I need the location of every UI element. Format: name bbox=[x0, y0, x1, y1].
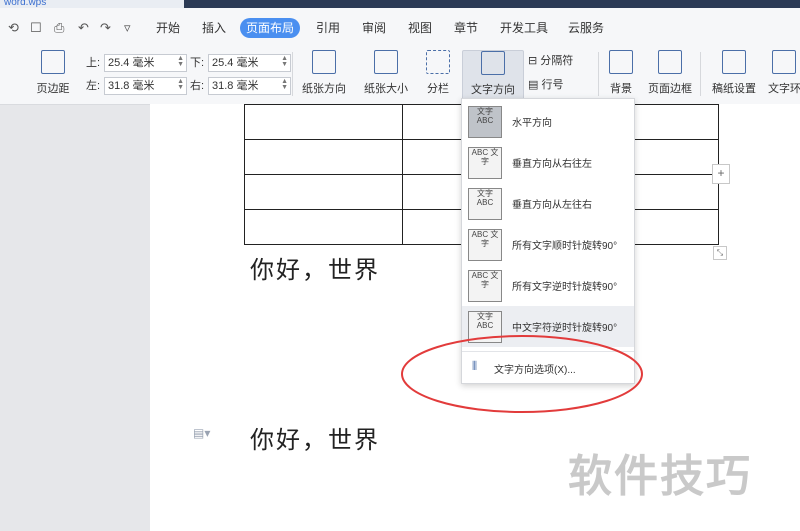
menu-item-label: 所有文字顺时针旋转90° bbox=[512, 241, 618, 252]
title-bar: word.wps bbox=[0, 0, 800, 8]
watermark-text: 软件技巧 bbox=[568, 452, 752, 501]
customize-icon[interactable]: ▿ bbox=[124, 20, 131, 36]
menu-item-rotate-ccw[interactable]: ABC 文字 所有文字逆时针旋转90° bbox=[462, 265, 634, 306]
preview-icon[interactable]: ☐ bbox=[30, 20, 42, 36]
left-margin-value[interactable]: 31.8 毫米 bbox=[108, 80, 154, 92]
tab-view[interactable]: 视图 bbox=[402, 18, 438, 38]
left-margin-field[interactable]: 左: 31.8 毫米 ▲ ▼ bbox=[86, 77, 187, 95]
columns-label: 分栏 bbox=[427, 83, 449, 95]
columns-icon bbox=[426, 50, 450, 74]
tab-insert[interactable]: 插入 bbox=[196, 18, 232, 38]
menu-bar: ⟲ ☐ ⎙ ↶ ↷ ▿ 开始 插入 页面布局 引用 审阅 视图 章节 开发工具 … bbox=[0, 8, 800, 47]
menu-item-horizontal[interactable]: 文字 ABC 水平方向 bbox=[462, 101, 634, 142]
bottom-margin-label: 下: bbox=[190, 57, 205, 69]
divider bbox=[700, 52, 701, 96]
page-orientation-icon bbox=[312, 50, 336, 74]
tab-cloud[interactable]: 云服务 bbox=[562, 18, 610, 38]
spinner-icon[interactable]: ▲ ▼ bbox=[177, 55, 184, 68]
tab-home[interactable]: 开始 bbox=[150, 18, 186, 38]
bottom-margin-value[interactable]: 25.4 毫米 bbox=[212, 57, 258, 69]
document-text-line: 你好，世界 bbox=[250, 256, 380, 284]
page-size-icon bbox=[374, 50, 398, 74]
background-button[interactable]: 背景 bbox=[604, 50, 638, 100]
text-direction-button[interactable]: 文字方向 bbox=[462, 50, 524, 102]
menu-item-label: 所有文字逆时针旋转90° bbox=[512, 282, 618, 293]
table-cell[interactable] bbox=[244, 104, 403, 140]
text-direction-label: 文字方向 bbox=[471, 84, 515, 96]
separator-button[interactable]: ⊟ 分隔符 bbox=[528, 52, 594, 70]
vertical-ltr-icon: 文字 ABC bbox=[468, 188, 502, 220]
spinner-icon[interactable]: ▲ ▼ bbox=[177, 78, 184, 91]
document-text-line: 你好，世界 bbox=[250, 426, 380, 454]
manuscript-grid-icon bbox=[722, 50, 746, 74]
menu-item-vertical-ltr[interactable]: 文字 ABC 垂直方向从左往右 bbox=[462, 183, 634, 224]
top-margin-label: 上: bbox=[86, 57, 101, 69]
menu-item-label: 垂直方向从左往右 bbox=[512, 200, 592, 211]
rotate-cw-icon: ABC 文字 bbox=[468, 229, 502, 261]
redo-icon[interactable]: ↷ bbox=[100, 20, 111, 36]
menu-item-vertical-rtl[interactable]: ABC 文字 垂直方向从右往左 bbox=[462, 142, 634, 183]
annotation-circle bbox=[401, 335, 643, 413]
orientation-label: 纸张方向 bbox=[302, 83, 346, 95]
right-margin-field[interactable]: 右: 31.8 毫米 ▲ ▼ bbox=[190, 77, 291, 95]
margins-label: 页边距 bbox=[36, 83, 70, 95]
undo-icon[interactable]: ↶ bbox=[78, 20, 89, 36]
spinner-icon[interactable]: ▲ ▼ bbox=[281, 55, 288, 68]
print-icon[interactable]: ⎙ bbox=[54, 20, 64, 36]
table-cell[interactable] bbox=[244, 139, 403, 175]
divider bbox=[292, 52, 293, 96]
page-border-label: 页面边框 bbox=[648, 83, 692, 95]
left-margin-label: 左: bbox=[86, 80, 101, 92]
text-wrap-label: 文字环 bbox=[768, 83, 800, 95]
document-tab[interactable]: word.wps bbox=[0, 0, 184, 8]
right-margin-value[interactable]: 31.8 毫米 bbox=[212, 80, 258, 92]
page-border-icon bbox=[658, 50, 682, 74]
page-size-label: 纸张大小 bbox=[364, 83, 408, 95]
separator-label: 分隔符 bbox=[540, 55, 574, 67]
text-wrap-icon bbox=[772, 50, 796, 74]
tab-chapters[interactable]: 章节 bbox=[448, 18, 484, 38]
line-number-icon: ▤ bbox=[528, 79, 542, 91]
columns-button[interactable]: 分栏 bbox=[420, 50, 456, 100]
manuscript-label: 稿纸设置 bbox=[712, 83, 756, 95]
quick-access-icon[interactable]: ⟲ bbox=[8, 20, 19, 36]
menu-item-rotate-cw[interactable]: ABC 文字 所有文字顺时针旋转90° bbox=[462, 224, 634, 265]
text-direction-icon bbox=[481, 51, 505, 75]
tab-page-layout[interactable]: 页面布局 bbox=[240, 18, 301, 38]
spinner-icon[interactable]: ▲ ▼ bbox=[281, 78, 288, 91]
background-label: 背景 bbox=[610, 83, 632, 95]
text-wrap-button[interactable]: 文字环 bbox=[768, 50, 800, 100]
table-resize-icon[interactable]: ⤡ bbox=[713, 246, 727, 260]
tab-developer[interactable]: 开发工具 bbox=[494, 18, 554, 38]
annotation-ellipse bbox=[401, 335, 643, 413]
page-border-button[interactable]: 页面边框 bbox=[644, 50, 696, 100]
top-margin-field[interactable]: 上: 25.4 毫米 ▲ ▼ bbox=[86, 54, 187, 72]
line-number-label: 行号 bbox=[541, 79, 564, 91]
tab-review[interactable]: 审阅 bbox=[356, 18, 392, 38]
line-number-button[interactable]: ▤ 行号 bbox=[528, 76, 594, 94]
menu-item-label: 水平方向 bbox=[512, 118, 552, 129]
right-margin-label: 右: bbox=[190, 80, 205, 92]
ribbon: 页边距 上: 25.4 毫米 ▲ ▼ 左: 31.8 毫米 ▲ ▼ 下: 25.4 毫米… bbox=[0, 46, 800, 105]
orientation-button[interactable]: 纸张方向 bbox=[296, 50, 352, 100]
menu-item-label: 垂直方向从右往左 bbox=[512, 159, 592, 170]
rotate-ccw-icon: ABC 文字 bbox=[468, 270, 502, 302]
top-margin-value[interactable]: 25.4 毫米 bbox=[108, 57, 154, 69]
manuscript-button[interactable]: 稿纸设置 bbox=[706, 50, 762, 100]
page-size-button[interactable]: 纸张大小 bbox=[360, 50, 412, 100]
divider bbox=[598, 52, 599, 96]
table-cell[interactable] bbox=[244, 209, 403, 245]
vertical-rtl-icon: ABC 文字 bbox=[468, 147, 502, 179]
add-row-icon[interactable]: + bbox=[712, 164, 730, 184]
table-cell[interactable] bbox=[244, 174, 403, 210]
horizontal-text-icon: 文字 ABC bbox=[468, 106, 502, 138]
tab-references[interactable]: 引用 bbox=[310, 18, 346, 38]
background-icon bbox=[609, 50, 633, 74]
paragraph-handle-icon[interactable]: ▤▾ bbox=[193, 426, 210, 440]
margins-icon bbox=[41, 50, 65, 74]
margins-button[interactable]: 页边距 bbox=[30, 50, 76, 100]
bottom-margin-field[interactable]: 下: 25.4 毫米 ▲ ▼ bbox=[190, 54, 291, 72]
separator-icon: ⊟ bbox=[528, 55, 541, 67]
